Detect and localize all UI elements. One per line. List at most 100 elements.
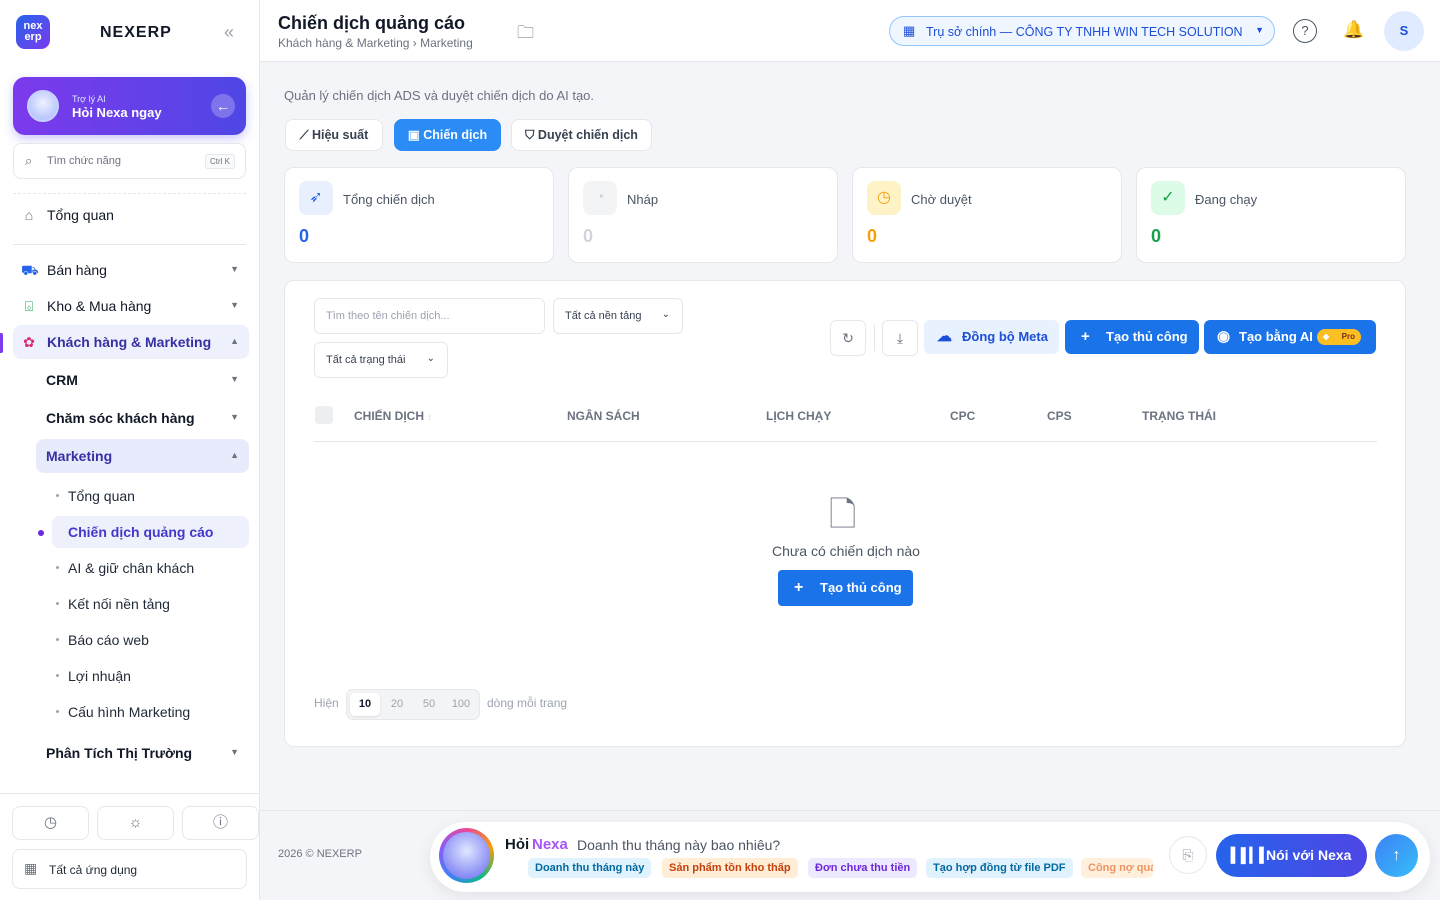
create-ai-button[interactable]: ◉ Tạo bằng AI ◆ Pro <box>1204 320 1376 354</box>
history-icon[interactable]: ◷ <box>12 806 89 840</box>
sidebar-sub-customer-care[interactable]: Chăm sóc khách hàng ▼ <box>36 401 249 435</box>
suggestion-chip[interactable]: Đơn chưa thu tiền <box>808 858 918 878</box>
sidebar-leaf-profit[interactable]: Lợi nhuận <box>52 660 249 692</box>
empty-create-manual-button[interactable]: + Tạo thủ công <box>778 570 913 606</box>
page-size-100[interactable]: 100 <box>446 693 476 716</box>
pro-badge: ◆ Pro <box>1317 329 1361 345</box>
help-icon[interactable]: ? <box>1293 19 1317 43</box>
branch-selector[interactable]: ▦ Trụ sở chính — CÔNG TY TNHH WIN TECH S… <box>889 16 1275 46</box>
sidebar-leaf-web-report[interactable]: Báo cáo web <box>52 624 249 656</box>
sync-meta-button[interactable]: ☁ Đồng bộ Meta <box>924 320 1059 354</box>
home-icon: ⌂ <box>24 207 34 223</box>
chevron-down-icon: ▼ <box>230 300 239 310</box>
page-size-10[interactable]: 10 <box>350 693 380 716</box>
building-icon: ▦ <box>903 23 916 38</box>
page-size-20[interactable]: 20 <box>382 693 412 716</box>
status-filter[interactable]: Tất cả trạng thái ⌄ <box>314 342 448 378</box>
col-cps: CPS <box>1047 409 1072 423</box>
alert-icon[interactable]: ⓘ <box>182 806 259 840</box>
nexa-avatar[interactable] <box>439 828 494 883</box>
user-avatar[interactable]: S <box>1384 11 1424 51</box>
draft-icon: ◔ <box>583 181 617 215</box>
file-search-icon: 🗋 <box>829 496 857 534</box>
sidebar-item-inventory[interactable]: ⌺ Kho & Mua hàng ▼ <box>13 289 249 323</box>
tab-campaigns[interactable]: ▣ Chiến dịch <box>394 119 501 151</box>
folder-icon[interactable]: 🗀 <box>517 20 534 49</box>
paperclip-icon[interactable]: ⎘ <box>1169 836 1207 874</box>
divider <box>13 193 246 194</box>
sidebar-item-customer-marketing[interactable]: ✿ Khách hàng & Marketing ▲ <box>13 325 249 359</box>
suggestion-chip[interactable]: Doanh thu tháng này <box>528 858 652 878</box>
refresh-icon[interactable]: ↻ <box>830 320 866 356</box>
suggestion-chip[interactable]: Sản phẩm tồn kho thấp <box>662 858 798 878</box>
sidebar-leaf-ai-retention[interactable]: AI & giữ chân khách <box>52 552 249 584</box>
talk-to-nexa-button[interactable]: ▍▌▎▍ Nói với Nexa <box>1216 834 1367 877</box>
cloud-sync-icon: ☁ <box>937 328 952 345</box>
col-campaign[interactable]: CHIẾN DỊCH ↕ <box>354 409 432 423</box>
chart-line-icon: ⟋ <box>299 128 309 142</box>
tab-label: Duyệt chiến dịch <box>537 128 638 142</box>
sidebar-sub-label: Chăm sóc khách hàng <box>46 410 195 426</box>
shortcut-badge: Ctrl K <box>205 154 235 169</box>
bullet <box>56 710 59 713</box>
send-arrow-icon[interactable]: ↑ <box>1375 834 1418 877</box>
platform-filter[interactable]: Tất cả nền tảng ⌄ <box>553 298 683 334</box>
arrow-left-icon[interactable]: ← <box>211 94 235 118</box>
bullet <box>56 638 59 641</box>
page-size-selector: 10 20 50 100 <box>346 689 480 720</box>
feature-search-input[interactable]: ⌕ Tìm chức năng Ctrl K <box>13 143 246 179</box>
sidebar-leaf-label: Cấu hình Marketing <box>68 704 191 720</box>
bullet <box>56 494 59 497</box>
sidebar-item-sales[interactable]: ⛟ Bán hàng ▼ <box>13 253 249 287</box>
suggestion-chip[interactable]: Công nợ quá hạn <box>1081 858 1153 878</box>
sidebar-leaf-marketing-config[interactable]: Cấu hình Marketing <box>52 696 249 728</box>
col-status: TRẠNG THÁI <box>1142 409 1216 423</box>
tab-label: Chiến dịch <box>423 128 488 142</box>
sidebar-sub-crm[interactable]: CRM ▼ <box>36 363 249 397</box>
create-manual-button[interactable]: + Tạo thủ công <box>1065 320 1199 354</box>
tab-label: Hiệu suất <box>311 128 369 142</box>
active-leaf-dot <box>38 530 44 536</box>
sidebar-sub-market-analysis[interactable]: Phân Tích Thị Trường ▼ <box>36 736 249 770</box>
bullet <box>56 602 59 605</box>
chevrons-left-icon[interactable]: « <box>224 22 234 43</box>
page-size-50[interactable]: 50 <box>414 693 444 716</box>
download-icon[interactable]: ⤓ <box>882 320 918 356</box>
sidebar-leaf-ad-campaigns[interactable]: Chiến dịch quảng cáo <box>52 516 249 548</box>
sidebar-leaf-platform-connect[interactable]: Kết nối nền tảng <box>52 588 249 620</box>
sidebar-sub-marketing[interactable]: Marketing ▲ <box>36 439 249 473</box>
ai-card-subtitle: Trợ lý AI <box>72 94 106 104</box>
app-logo[interactable]: nex erp <box>16 15 50 49</box>
sidebar-leaf-label: Chiến dịch quảng cáo <box>68 524 214 540</box>
select-all-checkbox[interactable] <box>315 406 333 424</box>
button-label: Nói với Nexa <box>1266 847 1352 863</box>
sidebar-item-overview[interactable]: ⌂ Tổng quan <box>13 198 249 232</box>
button-label: Đồng bộ Meta <box>962 329 1048 344</box>
nexa-brand-label: Nexa <box>532 836 568 853</box>
bell-icon[interactable]: 🔔 <box>1342 19 1366 43</box>
all-apps-button[interactable]: ▦ Tất cả ứng dụng <box>12 849 247 889</box>
search-placeholder: Tìm theo tên chiến dịch... <box>326 310 450 322</box>
chevron-down-icon: ⌄ <box>426 353 435 364</box>
ad-icon: ▣ <box>407 128 420 142</box>
col-cpc: CPC <box>950 409 976 423</box>
robot-icon: ◉ <box>1217 328 1231 345</box>
ai-card-title: Hỏi Nexa ngay <box>72 105 162 120</box>
chevron-down-icon: ▼ <box>230 412 239 422</box>
tab-review-campaigns[interactable]: ⛉ Duyệt chiến dịch <box>511 119 652 151</box>
grid-icon: ▦ <box>24 860 38 876</box>
col-schedule: LỊCH CHẠY <box>766 409 832 423</box>
col-budget: NGÂN SÁCH <box>567 409 640 423</box>
sidebar-leaf-overview[interactable]: Tổng quan <box>52 480 249 512</box>
chevron-down-icon: ▼ <box>230 747 239 757</box>
branch-label: Trụ sở chính — CÔNG TY TNHH WIN TECH SOL… <box>926 25 1243 39</box>
sidebar-item-label: Tổng quan <box>47 207 114 223</box>
divider <box>260 810 1440 811</box>
divider <box>13 244 246 245</box>
tab-performance[interactable]: ⟋ Hiệu suất <box>285 119 383 151</box>
campaign-search-input[interactable]: Tìm theo tên chiến dịch... <box>314 298 545 334</box>
suggestion-chip[interactable]: Tạo hợp đồng từ file PDF <box>926 858 1073 878</box>
nexa-question-input[interactable]: Doanh thu tháng này bao nhiêu? <box>577 837 780 853</box>
ask-nexa-card[interactable]: Trợ lý AI Hỏi Nexa ngay ← <box>13 77 246 135</box>
theme-icon[interactable]: ☼ <box>97 806 174 840</box>
